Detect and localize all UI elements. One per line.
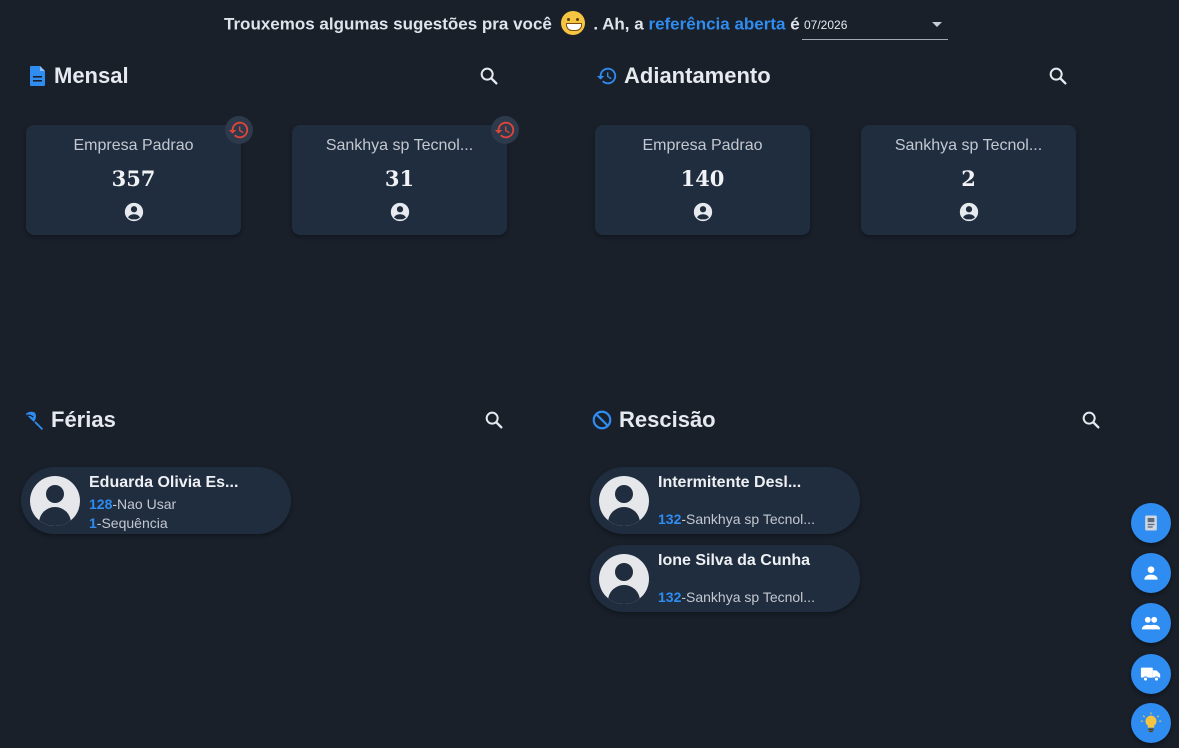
rescisao-person-card[interactable]: Intermitente Desl... 132-Sankhya sp Tecn… <box>590 467 860 534</box>
company-code: 132 <box>658 511 682 527</box>
person-company-line: 128-Nao Usar <box>89 496 176 512</box>
banner-text: Trouxemos algumas sugestões pra você . A… <box>224 11 800 37</box>
beach-umbrella-icon <box>23 409 45 431</box>
person-sequence-line: 1-Sequência <box>89 515 168 531</box>
person-name: Ione Silva da Cunha <box>658 552 811 569</box>
truck-fab-button[interactable] <box>1131 654 1171 694</box>
account-circle-icon <box>124 202 143 222</box>
grin-emoji-icon <box>560 11 585 35</box>
document-icon <box>28 65 48 87</box>
company-code: 128 <box>89 496 113 512</box>
section-title-mensal: Mensal <box>54 63 129 88</box>
section-mensal-header: Mensal <box>28 63 129 89</box>
sequence-code: 1 <box>89 515 97 531</box>
reference-select-value: 07/2026 <box>804 18 848 32</box>
banner-text-mid: . Ah, a <box>593 14 644 34</box>
person-name: Intermitente Desl... <box>658 474 802 491</box>
document-fab-button[interactable] <box>1131 503 1171 543</box>
ferias-person-card[interactable]: Eduarda Olivia Es... 128-Nao Usar 1-Sequ… <box>21 467 291 534</box>
search-icon <box>1049 67 1067 85</box>
mensal-card-empresa-padrao[interactable]: Empresa Padrao 357 <box>26 116 253 235</box>
account-circle-icon <box>693 202 712 222</box>
card-count: 31 <box>384 166 415 191</box>
section-title-rescisao: Rescisão <box>619 407 716 432</box>
group-fab-button[interactable] <box>1131 603 1171 643</box>
company-name: -Nao Usar <box>112 496 177 512</box>
card-company-name: Empresa Padrao <box>642 137 763 154</box>
truck-icon <box>1140 667 1161 682</box>
mensal-search-button[interactable] <box>478 65 502 89</box>
adiantamento-card-sankhya[interactable]: Sankhya sp Tecnol... 2 <box>861 125 1076 235</box>
group-icon <box>1141 616 1161 630</box>
section-title-adiantamento: Adiantamento <box>624 63 771 88</box>
document-icon <box>1145 515 1157 531</box>
person-name: Eduarda Olivia Es... <box>89 474 239 491</box>
avatar <box>599 554 649 604</box>
company-name: -Sankhya sp Tecnol... <box>681 511 815 527</box>
account-circle-icon <box>959 202 978 222</box>
mensal-card-sankhya[interactable]: Sankhya sp Tecnol... 31 <box>292 116 519 235</box>
history-icon <box>596 65 618 87</box>
ferias-search-button[interactable] <box>483 409 507 433</box>
avatar <box>599 476 649 526</box>
section-adiantamento-header: Adiantamento <box>596 63 771 89</box>
card-count: 357 <box>111 166 156 191</box>
rescisao-search-button[interactable] <box>1080 409 1104 433</box>
search-icon <box>1082 411 1100 429</box>
sequence-label: -Sequência <box>96 515 168 531</box>
reference-link[interactable]: referência aberta <box>648 14 785 33</box>
person-icon <box>1144 566 1158 580</box>
avatar <box>30 476 80 526</box>
section-ferias-header: Férias <box>23 407 116 433</box>
reference-select[interactable]: 07/2026 <box>802 12 948 40</box>
block-icon <box>591 409 613 431</box>
account-circle-icon <box>390 202 409 222</box>
card-company-name: Sankhya sp Tecnol... <box>325 137 474 154</box>
adiantamento-search-button[interactable] <box>1047 65 1071 89</box>
card-company-name: Sankhya sp Tecnol... <box>894 137 1043 154</box>
person-fab-button[interactable] <box>1131 553 1171 593</box>
card-count: 140 <box>680 166 725 191</box>
section-rescisao-header: Rescisão <box>591 407 716 433</box>
company-code: 132 <box>658 589 682 605</box>
top-banner: Trouxemos algumas sugestões pra você . A… <box>0 0 1179 50</box>
banner-text-before: Trouxemos algumas sugestões pra você <box>224 14 552 34</box>
card-count: 2 <box>961 166 976 191</box>
card-company-name: Empresa Padrao <box>73 137 194 154</box>
person-company-line: 132-Sankhya sp Tecnol... <box>658 589 815 605</box>
section-title-ferias: Férias <box>51 407 116 432</box>
adiantamento-card-empresa-padrao[interactable]: Empresa Padrao 140 <box>595 125 810 235</box>
banner-text-after: é <box>790 14 800 34</box>
caret-down-icon <box>932 22 942 27</box>
search-icon <box>480 67 498 85</box>
person-company-line: 132-Sankhya sp Tecnol... <box>658 511 815 527</box>
lightbulb-fab-button[interactable] <box>1131 703 1171 743</box>
lightbulb-icon <box>1140 712 1162 733</box>
company-name: -Sankhya sp Tecnol... <box>681 589 815 605</box>
rescisao-person-card[interactable]: Ione Silva da Cunha 132-Sankhya sp Tecno… <box>590 545 860 612</box>
search-icon <box>485 411 503 429</box>
